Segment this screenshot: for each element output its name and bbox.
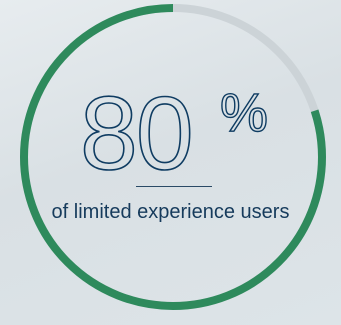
percent-sign: % — [219, 83, 269, 143]
stat-caption: of limited experience users — [51, 201, 290, 223]
stat-card: 80 % of limited experience users — [0, 0, 341, 325]
divider — [136, 186, 212, 187]
stat-value: 80 — [79, 76, 194, 192]
